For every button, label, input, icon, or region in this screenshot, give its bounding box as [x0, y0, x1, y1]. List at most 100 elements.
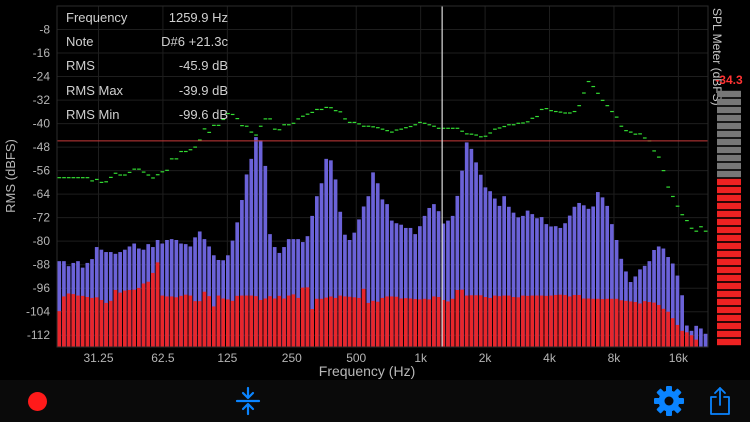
- spl-meter-segment: [717, 138, 741, 146]
- spl-meter-segment: [717, 266, 741, 274]
- readout-value: -45.9 dB: [178, 58, 228, 74]
- min-bar: [469, 295, 474, 347]
- gear-icon: [654, 386, 684, 416]
- min-bar: [633, 302, 638, 347]
- min-bar: [99, 299, 104, 347]
- spl-meter-segment: [717, 250, 741, 258]
- min-bar: [577, 294, 581, 347]
- min-bar: [305, 287, 310, 347]
- min-bar: [216, 295, 221, 347]
- min-bar: [474, 295, 478, 347]
- main-area: -8 -16 -24 -32 -40 -48 -56 -64 -72 -80 -88 -96 -104 -…: [0, 0, 750, 380]
- min-bar: [497, 296, 502, 347]
- min-bar: [193, 301, 197, 347]
- min-bar: [446, 301, 450, 347]
- min-bar: [282, 298, 286, 347]
- spl-meter-segment: [717, 226, 741, 234]
- spl-meter-segment: [717, 146, 741, 154]
- min-bar: [338, 295, 343, 347]
- spl-meter-segment: [717, 338, 741, 346]
- min-bar: [333, 297, 338, 347]
- readout-value: 1259.9 Hz: [168, 10, 228, 25]
- min-bar: [174, 297, 179, 347]
- readout-label: Note: [66, 34, 94, 50]
- min-bar: [394, 296, 399, 347]
- min-bar: [638, 303, 642, 347]
- min-bar: [535, 295, 539, 347]
- min-bar: [113, 289, 118, 347]
- min-bar: [427, 299, 432, 347]
- min-bar: [343, 296, 347, 347]
- settings-button[interactable]: [648, 380, 690, 422]
- readout-label: Frequency: [66, 10, 128, 25]
- readout-label: RMS Max: [66, 82, 124, 98]
- compress-view-button[interactable]: [228, 380, 268, 422]
- share-icon: [710, 387, 730, 415]
- record-button[interactable]: [18, 380, 56, 422]
- y-tick-label: -8: [39, 23, 50, 37]
- min-bar: [235, 295, 240, 347]
- y-axis-title: RMS (dBFS): [3, 139, 18, 213]
- min-bar: [132, 289, 137, 347]
- y-tick-label: -24: [33, 70, 51, 84]
- spl-meter-segment: [717, 274, 741, 282]
- y-tick-label: -72: [33, 211, 51, 225]
- min-bar: [272, 298, 277, 347]
- y-tick-label: -112: [27, 328, 50, 342]
- min-bar: [118, 292, 122, 347]
- min-bar: [624, 300, 628, 347]
- y-tick-label: -48: [33, 140, 51, 154]
- spl-meter-segment: [717, 170, 741, 178]
- y-tick-label: -56: [33, 164, 51, 178]
- min-bar: [202, 291, 207, 347]
- min-bar: [666, 311, 670, 347]
- min-bar: [694, 339, 699, 347]
- min-bar: [155, 262, 160, 347]
- min-bar: [268, 296, 272, 347]
- compress-icon: [235, 386, 261, 416]
- min-bar: [558, 294, 563, 347]
- min-bar: [511, 297, 516, 347]
- min-bar: [413, 299, 418, 347]
- min-bar: [478, 295, 483, 347]
- min-bar: [179, 295, 183, 347]
- y-tick-label: -16: [33, 46, 51, 60]
- x-tick-label: 62.5: [151, 351, 175, 365]
- x-tick-label: 8k: [608, 351, 622, 365]
- min-bar: [675, 324, 680, 347]
- readout-value: -99.6 dB: [178, 106, 228, 122]
- spl-meter-segment: [717, 98, 741, 106]
- min-bar: [146, 281, 151, 347]
- min-bar: [572, 294, 577, 347]
- x-tick-label: 1k: [414, 351, 428, 365]
- y-tick-label: -96: [33, 281, 51, 295]
- min-bar: [656, 304, 661, 347]
- x-tick-label: 2k: [479, 351, 493, 365]
- y-tick-label: -64: [33, 187, 51, 201]
- readout-value: D#6 +21.3c: [161, 34, 228, 50]
- spl-meter-segment: [717, 178, 741, 186]
- min-bar: [169, 296, 174, 347]
- share-button[interactable]: [700, 380, 740, 422]
- spl-meter-segment: [717, 194, 741, 202]
- min-bar: [516, 297, 521, 347]
- min-bar: [600, 299, 605, 347]
- min-bar: [455, 289, 460, 347]
- spl-meter-segment: [717, 314, 741, 322]
- min-bar: [684, 332, 689, 347]
- min-bar: [230, 300, 235, 347]
- min-bar: [366, 302, 371, 347]
- min-bar: [418, 299, 422, 347]
- spl-meter-segment: [717, 114, 741, 122]
- spl-meter-segment: [717, 210, 741, 218]
- min-bar: [249, 295, 254, 347]
- min-bar: [296, 297, 300, 347]
- readout-panel: Frequency 1259.9 Hz Note D#6 +21.3c RMS -45…: [58, 6, 238, 127]
- min-bar: [432, 296, 436, 347]
- min-bar: [385, 296, 389, 347]
- min-bar: [80, 295, 85, 347]
- x-tick-label: 31.25: [83, 351, 113, 365]
- min-bar: [661, 308, 666, 347]
- min-bar: [352, 297, 357, 347]
- min-bar: [151, 272, 155, 347]
